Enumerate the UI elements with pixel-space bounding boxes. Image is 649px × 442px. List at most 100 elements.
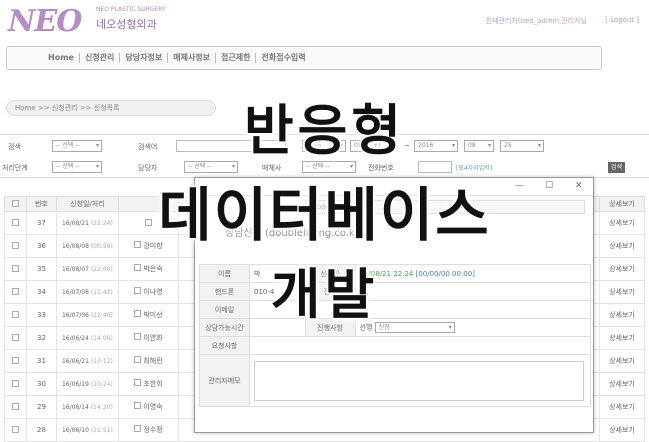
popup-titlebar: — ☐ ✕: [195, 178, 593, 196]
logout-link[interactable]: [ Logout ]: [605, 16, 639, 24]
row-checkbox[interactable]: [11, 333, 19, 341]
phone-value[interactable]: [354, 282, 592, 301]
logo[interactable]: NEO NEO PLASTIC SURGERY 네오성형외과: [8, 4, 188, 39]
row-detail-link[interactable]: 상세보기: [599, 349, 645, 373]
row-date-cell: 16/07/06 (22:40): [55, 303, 119, 327]
row-detail-link[interactable]: 상세보기: [599, 280, 645, 304]
row-time: (22:00): [90, 265, 113, 273]
row-name: 이영숙: [143, 403, 163, 411]
row-detail-link[interactable]: 상세보기: [599, 395, 645, 419]
row-no: 33: [25, 303, 57, 327]
email-label: 이메일: [199, 300, 250, 319]
row-date: 16/07/06: [61, 311, 89, 319]
nav-phone-entry[interactable]: 전화접수입력: [256, 53, 310, 63]
date-from-year-select[interactable]: 2016: [302, 140, 346, 152]
consult-popup-window: — ☐ ✕ mode=newss 상담신청 (doublelifting.co.…: [194, 177, 594, 433]
row-name-checkbox[interactable]: [134, 356, 142, 363]
row-checkbox-cell: [4, 257, 27, 281]
memo-textarea[interactable]: [254, 360, 584, 401]
row-name-checkbox[interactable]: [134, 310, 142, 317]
progress-label: 진행사항: [304, 318, 356, 337]
row-no: 30: [25, 372, 57, 396]
row-name-checkbox[interactable]: [134, 287, 142, 294]
email-value[interactable]: [249, 300, 591, 319]
time-value[interactable]: [249, 318, 306, 337]
row-checkbox[interactable]: [11, 356, 19, 364]
row-checkbox-cell: [4, 395, 27, 419]
row-name-cell: 박미선: [117, 303, 179, 327]
row-date-cell: 16/06/19 (10:24): [55, 372, 119, 396]
phone-input[interactable]: [418, 161, 452, 173]
row-name-checkbox[interactable]: [144, 218, 152, 226]
row-checkbox[interactable]: [11, 287, 19, 295]
popup-url-bar[interactable]: mode=newss: [305, 200, 585, 214]
row-name: 이나영: [143, 288, 163, 296]
row-checkbox[interactable]: [11, 402, 19, 410]
keyword-input[interactable]: [176, 140, 286, 152]
row-date: 16/08/08: [61, 242, 89, 250]
maximize-icon[interactable]: ☐: [545, 181, 553, 191]
close-icon[interactable]: ✕: [575, 181, 583, 191]
date-to-day-select[interactable]: 25: [500, 140, 544, 152]
nav-home[interactable]: Home: [43, 53, 80, 63]
status-label: 처리단계: [2, 164, 28, 172]
row-name-checkbox[interactable]: [134, 402, 142, 409]
row-checkbox[interactable]: [11, 218, 19, 226]
row-detail-link[interactable]: 상세보기: [599, 211, 645, 235]
row-date: 16/06/21: [61, 357, 89, 365]
status-select[interactable]: -- 선택 --: [52, 161, 102, 173]
header-date: 신청일/처리: [55, 196, 119, 212]
date-to-month-select[interactable]: 08: [464, 140, 494, 152]
row-date-cell: 16/06/10 (21:51): [55, 418, 119, 442]
nav-managers[interactable]: 담당자정보: [120, 53, 169, 63]
row-name-checkbox[interactable]: [134, 379, 142, 386]
date-from-month-select[interactable]: 08: [350, 140, 380, 152]
row-time: (14:06): [90, 334, 113, 342]
row-detail-link[interactable]: 상세보기: [599, 326, 645, 350]
search-button[interactable]: 검색: [608, 162, 626, 173]
nav-media[interactable]: 매체사정보: [168, 53, 217, 63]
memo-cell: [249, 354, 591, 407]
row-checkbox[interactable]: [11, 264, 19, 272]
date-to-year-select[interactable]: 2016: [414, 140, 458, 152]
row-time: (11:43): [90, 288, 113, 296]
row-detail-link[interactable]: 상세보기: [599, 303, 645, 327]
row-name: 이연화: [143, 334, 163, 342]
row-name-checkbox[interactable]: [134, 333, 142, 340]
popup-form: 이름 박 신청일 16/08/21 22:24 [00/00/00 00:00]…: [199, 264, 592, 407]
progress-select[interactable]: 신청: [374, 322, 455, 333]
row-detail-link[interactable]: 상세보기: [599, 418, 645, 442]
mobile-value[interactable]: 010-4: [249, 282, 306, 301]
request-value: [249, 336, 591, 355]
row-name-checkbox[interactable]: [134, 264, 142, 271]
row-detail-link[interactable]: 상세보기: [599, 234, 645, 258]
manager-select[interactable]: -- 선택 --: [184, 161, 238, 173]
minimize-icon[interactable]: —: [515, 181, 524, 191]
row-detail-link[interactable]: 상세보기: [599, 372, 645, 396]
nav-access[interactable]: 접근제한: [216, 53, 257, 63]
row-no: 29: [25, 395, 57, 419]
search-select[interactable]: -- 선택 --: [52, 140, 102, 152]
row-name-checkbox[interactable]: [134, 241, 142, 248]
row-checkbox[interactable]: [11, 425, 19, 433]
row-name-checkbox[interactable]: [134, 425, 142, 432]
row-checkbox[interactable]: [11, 310, 19, 318]
last-digits-link[interactable]: [뒷4자리입력]: [456, 163, 492, 172]
row-date: 16/06/10: [61, 426, 89, 434]
row-checkbox-cell: [4, 326, 27, 350]
select-all-checkbox[interactable]: [11, 199, 19, 207]
media-select[interactable]: -- 선택 --: [302, 161, 356, 173]
row-checkbox[interactable]: [11, 379, 19, 387]
row-detail-link[interactable]: 상세보기: [599, 257, 645, 281]
row-checkbox[interactable]: [11, 241, 19, 249]
row-time: (17:12): [90, 357, 113, 365]
memo-label: 관리자메모: [199, 354, 250, 407]
row-date: 16/07/08: [61, 288, 89, 296]
row-name: 박미선: [143, 311, 163, 319]
filter-panel: 검색 -- 선택 -- 검색어 2016 08 ~ 2016 08 25 처리단…: [0, 134, 649, 178]
breadcrumb: Home >> 신청관리 >> 신청목록: [6, 100, 216, 116]
search-label: 검색: [8, 143, 21, 151]
name-value[interactable]: 박: [249, 264, 306, 283]
row-time: (10:24): [90, 380, 113, 388]
nav-applications[interactable]: 신청관리: [80, 53, 121, 63]
